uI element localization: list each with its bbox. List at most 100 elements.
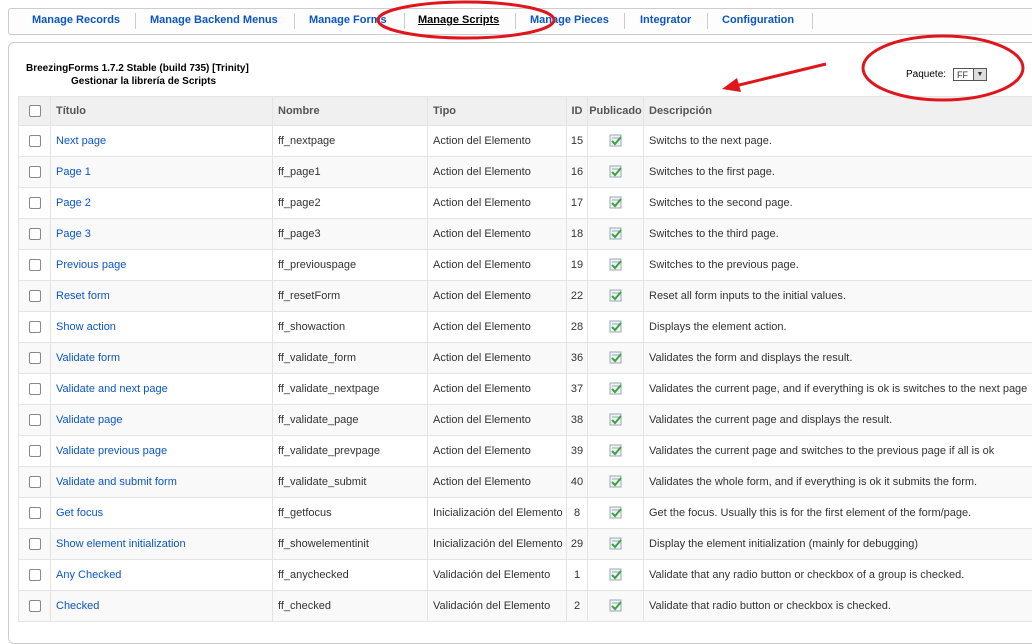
row-checkbox[interactable] — [29, 445, 41, 457]
menu-integrator[interactable]: Integrator — [640, 14, 691, 26]
cell-tipo: Action del Elemento — [428, 219, 567, 250]
published-check-icon[interactable] — [609, 474, 623, 491]
row-checkbox[interactable] — [29, 507, 41, 519]
column-header-tipo[interactable]: Tipo — [428, 97, 567, 126]
cell-titulo: Page 1 — [51, 157, 273, 188]
script-title-link[interactable]: Any Checked — [56, 569, 121, 581]
published-check-icon[interactable] — [609, 505, 623, 522]
menu-separator — [707, 13, 708, 29]
column-header-descripcion[interactable]: Descripción — [644, 97, 1032, 126]
script-title-link[interactable]: Show element initialization — [56, 538, 186, 550]
table-row: Any Checkedff_anycheckedValidación del E… — [19, 560, 1032, 591]
cell-titulo: Validate form — [51, 343, 273, 374]
cell-tipo: Action del Elemento — [428, 250, 567, 281]
script-title-link[interactable]: Previous page — [56, 259, 126, 271]
cell-id: 29 — [567, 529, 588, 560]
script-title-link[interactable]: Page 1 — [56, 166, 91, 178]
script-title-link[interactable]: Page 2 — [56, 197, 91, 209]
published-check-icon[interactable] — [609, 598, 623, 615]
cell-id: 17 — [567, 188, 588, 219]
row-checkbox-cell — [19, 219, 51, 250]
dropdown-arrow-icon[interactable]: ▼ — [973, 69, 986, 80]
cell-descripcion: Switches to the previous page. — [644, 250, 1032, 281]
row-checkbox[interactable] — [29, 321, 41, 333]
cell-tipo: Inicialización del Elemento — [428, 529, 567, 560]
column-header-titulo[interactable]: Título — [51, 97, 273, 126]
cell-publicado — [588, 467, 644, 498]
row-checkbox[interactable] — [29, 476, 41, 488]
published-check-icon[interactable] — [609, 257, 623, 274]
cell-publicado — [588, 126, 644, 157]
row-checkbox[interactable] — [29, 259, 41, 271]
menu-manage-scripts[interactable]: Manage Scripts — [418, 14, 499, 26]
script-title-link[interactable]: Validate and next page — [56, 383, 168, 395]
script-title-link[interactable]: Checked — [56, 600, 99, 612]
row-checkbox[interactable] — [29, 135, 41, 147]
row-checkbox-cell — [19, 250, 51, 281]
cell-nombre: ff_getfocus — [273, 498, 428, 529]
published-check-icon[interactable] — [609, 412, 623, 429]
table-row: Next pageff_nextpageAction del Elemento1… — [19, 126, 1032, 157]
published-check-icon[interactable] — [609, 195, 623, 212]
cell-id: 36 — [567, 343, 588, 374]
cell-publicado — [588, 312, 644, 343]
menu-separator — [812, 13, 813, 29]
row-checkbox[interactable] — [29, 538, 41, 550]
column-header-id[interactable]: ID — [567, 97, 588, 126]
cell-descripcion: Switches to the first page. — [644, 157, 1032, 188]
script-title-link[interactable]: Page 3 — [56, 228, 91, 240]
published-check-icon[interactable] — [609, 319, 623, 336]
row-checkbox[interactable] — [29, 383, 41, 395]
cell-descripcion: Get the focus. Usually this is for the f… — [644, 498, 1032, 529]
published-check-icon[interactable] — [609, 567, 623, 584]
menu-manage-records[interactable]: Manage Records — [32, 14, 120, 26]
menu-manage-forms[interactable]: Manage Forms — [309, 14, 387, 26]
cell-publicado — [588, 405, 644, 436]
menu-configuration[interactable]: Configuration — [722, 14, 794, 26]
row-checkbox[interactable] — [29, 290, 41, 302]
cell-titulo: Next page — [51, 126, 273, 157]
script-title-link[interactable]: Validate page — [56, 414, 122, 426]
script-title-link[interactable]: Validate form — [56, 352, 120, 364]
row-checkbox[interactable] — [29, 197, 41, 209]
published-check-icon[interactable] — [609, 288, 623, 305]
published-check-icon[interactable] — [609, 133, 623, 150]
row-checkbox-cell — [19, 436, 51, 467]
script-title-link[interactable]: Next page — [56, 135, 106, 147]
script-title-link[interactable]: Show action — [56, 321, 116, 333]
published-check-icon[interactable] — [609, 164, 623, 181]
cell-titulo: Any Checked — [51, 560, 273, 591]
cell-publicado — [588, 157, 644, 188]
row-checkbox[interactable] — [29, 414, 41, 426]
cell-id: 37 — [567, 374, 588, 405]
published-check-icon[interactable] — [609, 226, 623, 243]
row-checkbox[interactable] — [29, 352, 41, 364]
published-check-icon[interactable] — [609, 536, 623, 553]
cell-nombre: ff_validate_prevpage — [273, 436, 428, 467]
cell-publicado — [588, 343, 644, 374]
menu-manage-pieces[interactable]: Manage Pieces — [530, 14, 609, 26]
table-header-row: Título Nombre Tipo ID Publicado Descripc… — [19, 97, 1032, 126]
script-title-link[interactable]: Validate and submit form — [56, 476, 177, 488]
package-select[interactable]: FF ▼ — [953, 68, 987, 81]
row-checkbox-cell — [19, 374, 51, 405]
column-header-publicado[interactable]: Publicado — [588, 97, 644, 126]
published-check-icon[interactable] — [609, 381, 623, 398]
cell-titulo: Validate and next page — [51, 374, 273, 405]
cell-tipo: Action del Elemento — [428, 405, 567, 436]
select-all-checkbox[interactable] — [29, 105, 41, 117]
row-checkbox[interactable] — [29, 569, 41, 581]
menu-manage-backend-menus[interactable]: Manage Backend Menus — [150, 14, 278, 26]
published-check-icon[interactable] — [609, 443, 623, 460]
script-title-link[interactable]: Reset form — [56, 290, 110, 302]
cell-id: 19 — [567, 250, 588, 281]
row-checkbox[interactable] — [29, 228, 41, 240]
script-title-link[interactable]: Validate previous page — [56, 445, 167, 457]
published-check-icon[interactable] — [609, 350, 623, 367]
column-header-nombre[interactable]: Nombre — [273, 97, 428, 126]
row-checkbox[interactable] — [29, 600, 41, 612]
cell-descripcion: Switches to the third page. — [644, 219, 1032, 250]
cell-titulo: Show action — [51, 312, 273, 343]
row-checkbox[interactable] — [29, 166, 41, 178]
script-title-link[interactable]: Get focus — [56, 507, 103, 519]
